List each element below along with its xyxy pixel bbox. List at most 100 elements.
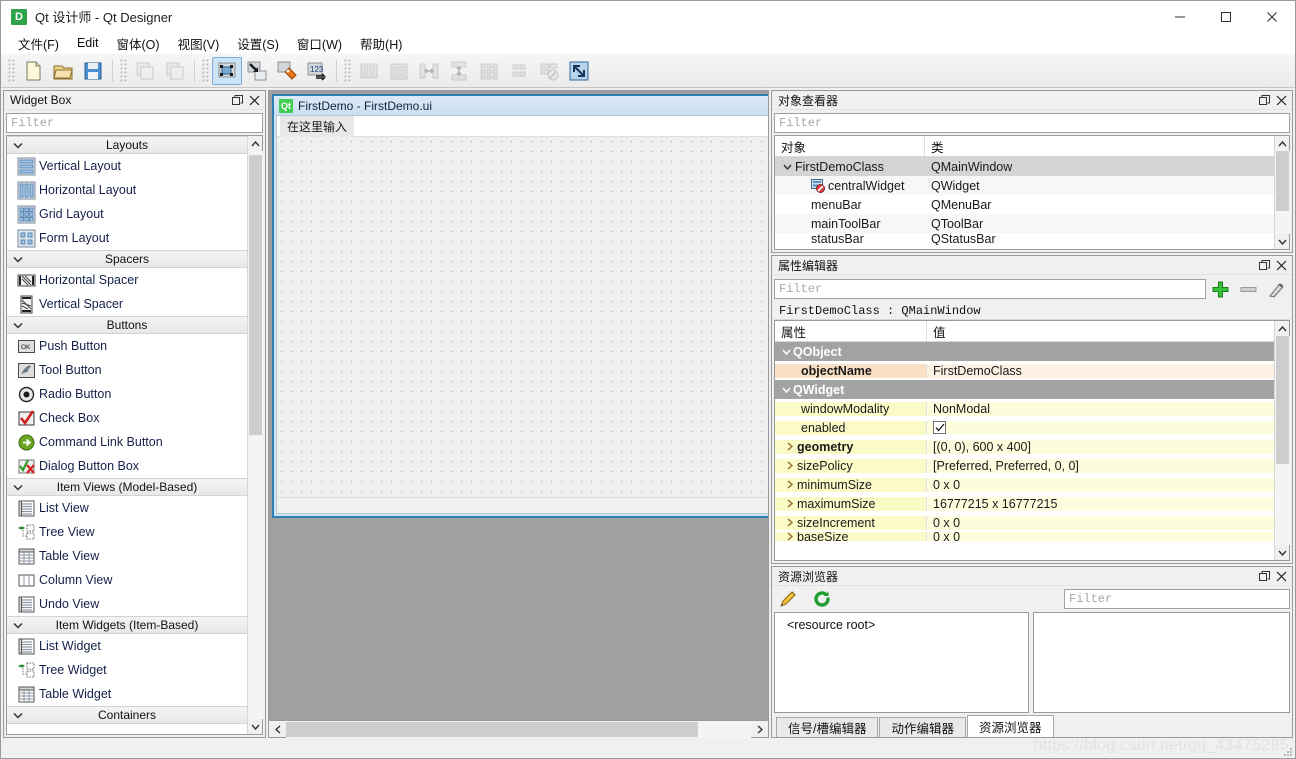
layout-in-form-button[interactable] (504, 57, 534, 85)
property-editor-scroll-track[interactable] (1274, 336, 1290, 545)
table-row[interactable]: mainToolBar QToolBar (775, 214, 1274, 233)
property-value[interactable]: 0 x 0 (927, 477, 1274, 492)
widget-item-undo-view[interactable]: Undo View (7, 592, 247, 616)
scroll-left-icon[interactable] (269, 721, 286, 738)
widget-item-table-widget[interactable]: Table Widget (7, 682, 247, 706)
property-row[interactable]: baseSize 0 x 0 (775, 532, 1274, 541)
resource-preview-pane[interactable] (1033, 612, 1290, 713)
toolbar-grip-3[interactable] (202, 58, 209, 83)
chevron-down-icon[interactable] (779, 164, 795, 170)
chevron-down-icon[interactable] (779, 349, 793, 355)
widget-category-layouts[interactable]: Layouts (7, 136, 247, 154)
maximize-button[interactable] (1203, 1, 1249, 32)
layout-in-splitter-vertical-button[interactable] (444, 57, 474, 85)
edit-widgets-button[interactable] (212, 56, 242, 85)
edit-tab-order-button[interactable]: 123 (302, 57, 332, 85)
object-inspector-scroll-track[interactable] (1274, 151, 1290, 234)
property-row[interactable]: sizeIncrement 0 x 0 (775, 513, 1274, 532)
widget-box-close-button[interactable] (246, 92, 263, 108)
layout-in-grid-button[interactable] (474, 57, 504, 85)
property-value[interactable]: FirstDemoClass (927, 363, 1274, 378)
resource-browser-close-button[interactable] (1273, 568, 1290, 584)
mdi-scroll-track[interactable] (286, 720, 751, 738)
widget-item-command-link-button[interactable]: Command Link Button (7, 430, 247, 454)
property-value[interactable]: [Preferred, Preferred, 0, 0] (927, 458, 1274, 473)
menu-window[interactable]: 窗口(W) (288, 32, 351, 55)
menu-form[interactable]: 窗体(O) (108, 32, 169, 55)
add-property-button[interactable] (1206, 278, 1234, 300)
widget-item-horizontal-spacer[interactable]: Horizontal Spacer (7, 268, 247, 292)
column-header-class[interactable]: 类 (925, 136, 1274, 156)
widget-item-horizontal-layout[interactable]: Horizontal Layout (7, 178, 247, 202)
layout-horizontally-button[interactable] (354, 57, 384, 85)
widget-box-scroll-track[interactable] (247, 151, 263, 719)
property-editor-scrollbar[interactable] (1274, 321, 1290, 560)
object-inspector-scroll-thumb[interactable] (1275, 151, 1289, 211)
widget-item-list-view[interactable]: List View (7, 496, 247, 520)
scroll-down-icon[interactable] (1275, 234, 1290, 249)
property-editor-close-button[interactable] (1273, 257, 1290, 273)
widget-item-table-view[interactable]: Table View (7, 544, 247, 568)
menu-edit[interactable]: Edit (68, 34, 108, 52)
property-row[interactable]: objectName FirstDemoClass (775, 361, 1274, 380)
table-row[interactable]: FirstDemoClass QMainWindow (775, 157, 1274, 176)
object-inspector-close-button[interactable] (1273, 92, 1290, 108)
chevron-right-icon[interactable] (783, 518, 797, 527)
menu-help[interactable]: 帮助(H) (351, 32, 411, 55)
resize-grip-icon[interactable] (1281, 745, 1293, 757)
property-value[interactable]: NonModal (927, 401, 1274, 416)
edit-resources-button[interactable] (774, 588, 802, 610)
table-row[interactable]: statusBar QStatusBar (775, 233, 1274, 245)
chevron-right-icon[interactable] (783, 532, 797, 541)
object-inspector-float-button[interactable] (1256, 92, 1273, 108)
close-button[interactable] (1249, 1, 1295, 32)
widget-box-filter-input[interactable]: Filter (6, 113, 263, 133)
widget-box-float-button[interactable] (229, 92, 246, 108)
widget-item-tree-view[interactable]: Tree View (7, 520, 247, 544)
property-row[interactable]: geometry [(0, 0), 600 x 400] (775, 437, 1274, 456)
widget-item-dialog-button-box[interactable]: Dialog Button Box (7, 454, 247, 478)
chevron-right-icon[interactable] (783, 499, 797, 508)
widget-category-item-views[interactable]: Item Views (Model-Based) (7, 478, 247, 496)
resource-browser-float-button[interactable] (1256, 568, 1273, 584)
mdi-scroll-thumb[interactable] (286, 721, 698, 737)
scroll-up-icon[interactable] (248, 136, 263, 151)
property-group-row[interactable]: QObject (775, 342, 1274, 361)
minimize-button[interactable] (1157, 1, 1203, 32)
widget-category-spacers[interactable]: Spacers (7, 250, 247, 268)
menu-file[interactable]: 文件(F) (9, 32, 68, 55)
property-row[interactable]: minimumSize 0 x 0 (775, 475, 1274, 494)
property-row[interactable]: sizePolicy [Preferred, Preferred, 0, 0] (775, 456, 1274, 475)
form-menubar[interactable]: 在这里输入 (277, 115, 768, 137)
column-header-value[interactable]: 值 (927, 321, 1274, 341)
scroll-down-icon[interactable] (248, 719, 263, 734)
property-value[interactable]: [(0, 0), 600 x 400] (927, 439, 1274, 454)
property-value[interactable]: 0 x 0 (927, 532, 1274, 541)
remove-property-button[interactable] (1234, 278, 1262, 300)
tab-resource-browser[interactable]: 资源浏览器 (967, 715, 1054, 737)
resource-browser-filter-input[interactable]: Filter (1064, 589, 1290, 609)
table-row[interactable]: menuBar QMenuBar (775, 195, 1274, 214)
widget-category-buttons[interactable]: Buttons (7, 316, 247, 334)
toolbar-grip[interactable] (8, 58, 15, 83)
tab-signal-slot-editor[interactable]: 信号/槽编辑器 (776, 717, 879, 737)
mdi-horizontal-scrollbar[interactable] (269, 720, 768, 738)
property-editor-filter-input[interactable]: Filter (774, 279, 1206, 299)
chevron-right-icon[interactable] (783, 480, 797, 489)
chevron-down-icon[interactable] (779, 387, 793, 393)
form-window[interactable]: Qt FirstDemo - FirstDemo.ui 在这里输入 (272, 94, 768, 518)
tab-action-editor[interactable]: 动作编辑器 (879, 717, 966, 737)
resource-root-label[interactable]: <resource root> (787, 618, 875, 632)
configure-property-button[interactable] (1262, 278, 1290, 300)
resource-tree-pane[interactable]: <resource root> (774, 612, 1029, 713)
widget-box-scroll-thumb[interactable] (248, 155, 262, 435)
edit-buddies-button[interactable] (272, 57, 302, 85)
scroll-up-icon[interactable] (1275, 321, 1290, 336)
property-group-row[interactable]: QWidget (775, 380, 1274, 399)
object-inspector-scrollbar[interactable] (1274, 136, 1290, 249)
enabled-checkbox[interactable] (933, 421, 946, 434)
property-row[interactable]: maximumSize 16777215 x 16777215 (775, 494, 1274, 513)
widget-item-tool-button[interactable]: Tool Button (7, 358, 247, 382)
form-canvas[interactable] (277, 137, 768, 497)
menu-settings[interactable]: 设置(S) (228, 32, 288, 55)
